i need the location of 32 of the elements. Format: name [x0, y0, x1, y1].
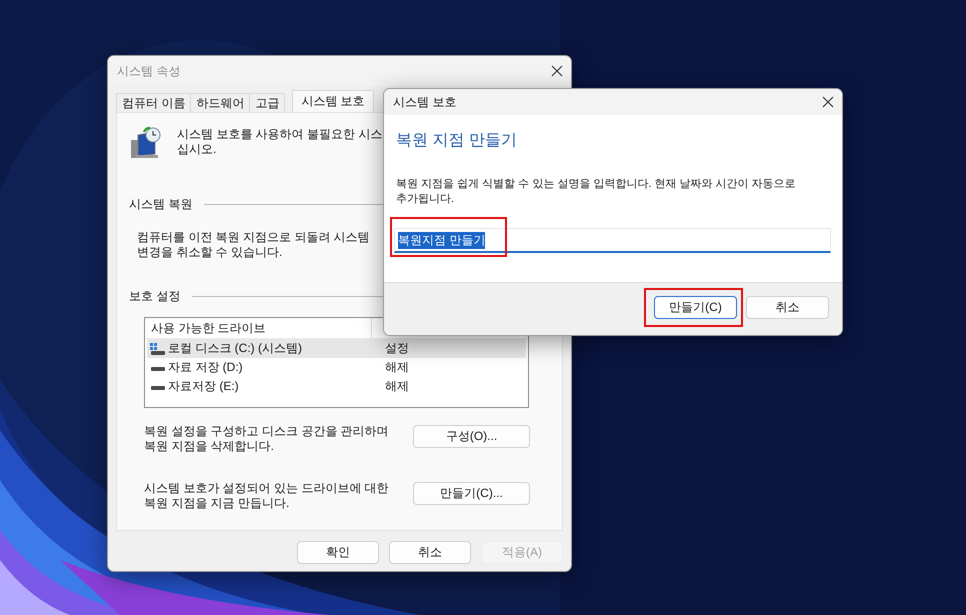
dialog-button[interactable]: 만들기(C) [654, 296, 737, 319]
computer-clock-icon [129, 126, 163, 160]
dialog-button[interactable]: 취소 [389, 541, 471, 564]
description-text: 컴퓨터를 이전 복원 지점으로 되돌려 시스템 변경을 취소할 수 있습니다. [137, 230, 371, 260]
action-button[interactable]: 만들기(C)... [413, 482, 530, 505]
table-cell: 설정 [372, 339, 526, 358]
tab[interactable]: 컴퓨터 이름 [116, 93, 192, 112]
input-field[interactable]: 복원지점 만들기 [394, 228, 831, 253]
window-title: 시스템 보호 [393, 94, 456, 110]
dialog-button[interactable]: 취소 [746, 296, 829, 319]
drive-item[interactable]: 자료저장 (E:) [147, 377, 372, 396]
section-heading: 시스템 복원 [129, 196, 192, 213]
description-text: 복원 설정을 구성하고 디스크 공간을 관리하며 복원 지점을 삭제합니다. [144, 424, 390, 454]
description-text: 복원 지점을 쉽게 식별할 수 있는 설명을 입력합니다. 현재 날짜와 시간이 자동으로 추가됩니다. [396, 177, 797, 207]
description-text: 시스템 보호가 설정되어 있는 드라이브에 대한 복원 지점을 지금 만듭니다. [144, 481, 390, 511]
tab[interactable]: 고급 [249, 93, 286, 112]
dialog-heading: 복원 지점 만들기 [396, 131, 518, 151]
section-heading: 보호 설정 [129, 288, 180, 305]
description-text: 시스템 보호를 사용하여 불필요한 시스 십시오. [177, 127, 382, 158]
tab[interactable]: 시스템 보호 [292, 90, 374, 112]
drive-icon [150, 342, 165, 354]
window-title: 시스템 속성 [117, 62, 180, 80]
action-button[interactable]: 구성(O)... [413, 425, 530, 448]
dialog-button[interactable]: 확인 [297, 541, 379, 564]
column-header: 사용 가능한 드라이브 [145, 318, 372, 338]
close-icon[interactable] [822, 96, 834, 108]
table-cell-text: 해제 [384, 378, 410, 395]
close-icon[interactable] [551, 65, 563, 77]
tab[interactable]: 하드웨어 [190, 93, 250, 112]
drive-item[interactable]: 로컬 디스크 (C:) (시스템) [147, 339, 372, 358]
table-cell-text: 해제 [384, 359, 410, 376]
drive-item[interactable]: 자료 저장 (D:) [147, 358, 372, 377]
